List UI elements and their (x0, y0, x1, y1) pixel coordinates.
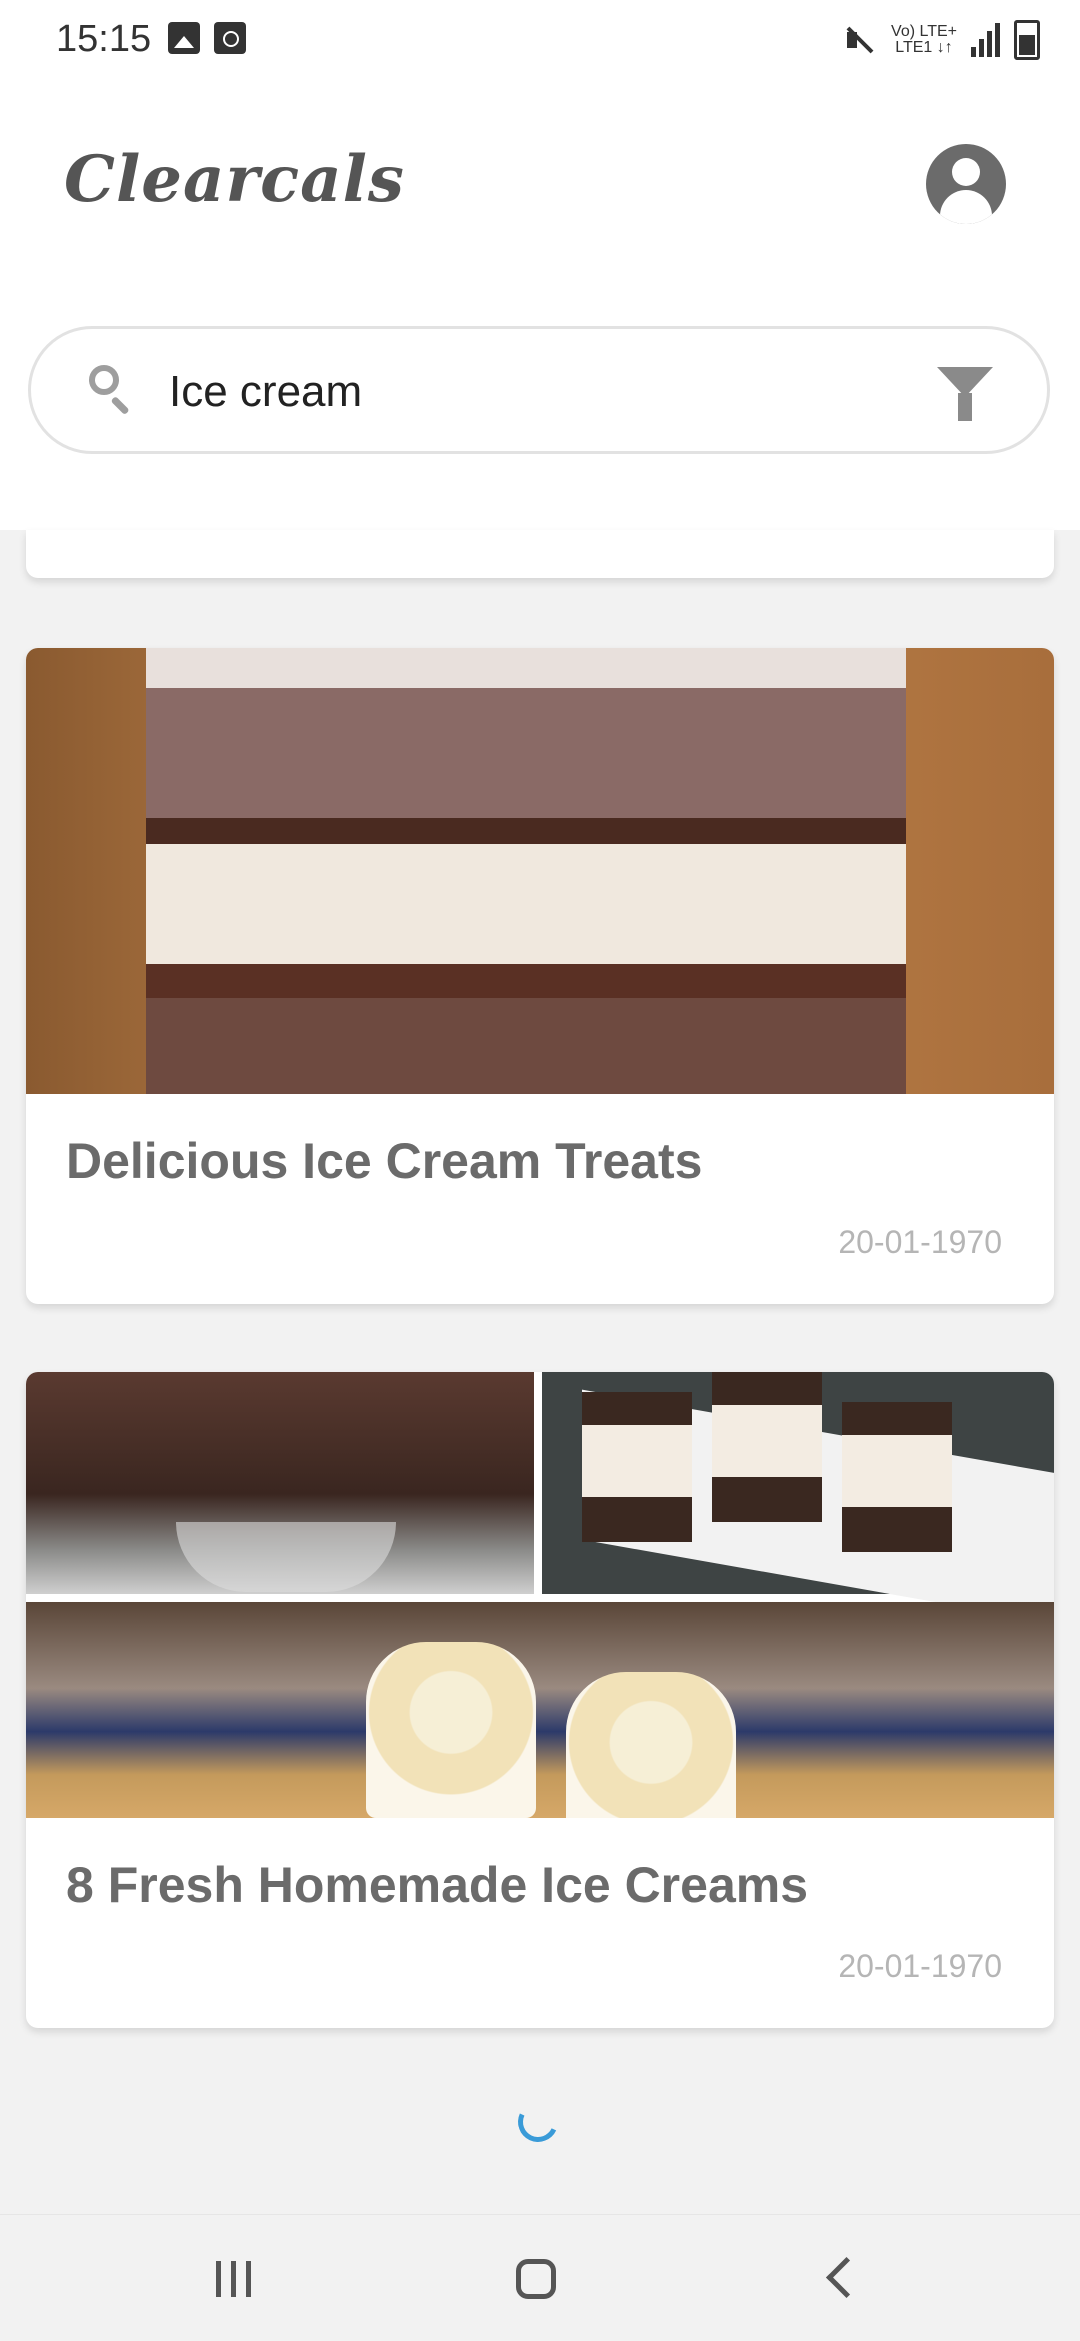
recent-apps-icon[interactable] (216, 2261, 251, 2297)
alarm-icon (214, 22, 246, 54)
collage-image (26, 1372, 534, 1594)
recipe-card-partial[interactable] (26, 530, 1054, 578)
battery-icon (1014, 20, 1040, 60)
search-bar[interactable]: Ice cream (28, 326, 1050, 454)
filter-icon[interactable] (937, 367, 993, 421)
recipe-card[interactable]: Delicious Ice Cream Treats 20-01-1970 (26, 648, 1054, 1304)
recipe-image (26, 648, 1054, 1094)
status-notification-icons (168, 22, 246, 54)
status-bar: 15:15 Vo) LTE+ LTE1 ↓↑ (0, 0, 1080, 80)
recipe-title: 8 Fresh Homemade Ice Creams (66, 1857, 809, 1913)
home-icon[interactable] (516, 2259, 556, 2299)
collage-image (26, 1602, 1054, 1818)
signal-icon (971, 23, 1000, 57)
back-icon[interactable] (825, 2256, 868, 2299)
recipe-title: Delicious Ice Cream Treats (66, 1133, 703, 1189)
collage-image (542, 1372, 1054, 1625)
recipe-date: 20-01-1970 (838, 1224, 1002, 1260)
search-icon (89, 365, 130, 416)
system-nav-bar (0, 2214, 1080, 2341)
search-input[interactable]: Ice cream (169, 367, 362, 417)
account-circle-icon[interactable] (926, 144, 1006, 224)
recipe-image-collage (26, 1372, 1054, 1818)
status-time: 15:15 (56, 18, 152, 60)
app-title: Clearcals (64, 142, 405, 217)
network-type-label: Vo) LTE+ LTE1 ↓↑ (891, 23, 957, 56)
recipe-card[interactable]: 8 Fresh Homemade Ice Creams 20-01-1970 (26, 1372, 1054, 2028)
loading-spinner (512, 2096, 564, 2148)
gallery-icon (168, 22, 200, 54)
mute-icon (841, 22, 877, 58)
recipe-date: 20-01-1970 (838, 1948, 1002, 1984)
status-system-icons: Vo) LTE+ LTE1 ↓↑ (841, 20, 1040, 60)
app-header: Clearcals Ice cream (0, 80, 1080, 530)
